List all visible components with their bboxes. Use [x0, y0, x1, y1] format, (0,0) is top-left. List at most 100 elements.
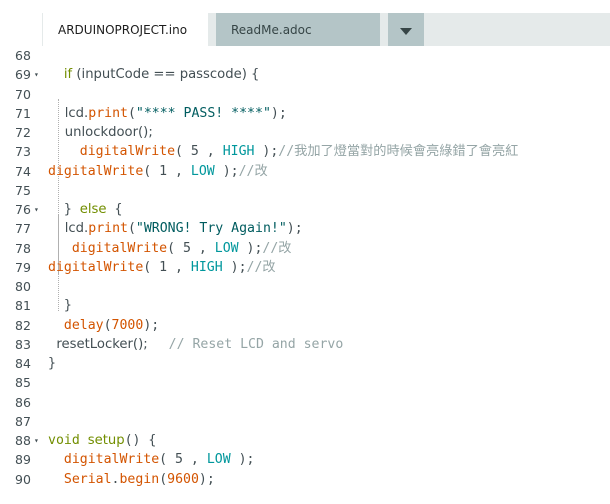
code-text: void setup() { — [48, 431, 156, 450]
code-line[interactable]: 83 resetLocker(); // Reset LCD and servo — [0, 335, 610, 354]
code-token: 9600 — [167, 471, 199, 487]
code-text: unlockdoor(); — [48, 123, 153, 142]
code-text: digitalWrite( 5 , HIGH );//我加了燈當對的時候會亮綠錯… — [48, 142, 519, 161]
line-number: 84 — [15, 356, 31, 371]
code-token: begin — [119, 471, 160, 487]
code-token: ( — [159, 471, 168, 487]
line-number: 80 — [15, 279, 31, 294]
line-number: 81 — [15, 298, 31, 314]
code-token: digitalWrite — [63, 452, 160, 468]
code-line[interactable]: 74 digitalWrite( 1 , LOW );//改 — [0, 162, 610, 181]
code-line[interactable]: 88 ▾ void setup() { — [0, 431, 610, 450]
fold-arrow-icon[interactable]: ▾ — [34, 200, 42, 219]
code-line[interactable]: 72 unlockdoor(); — [0, 123, 610, 142]
line-number: 74 — [15, 163, 31, 179]
code-line[interactable]: 79 digitalWrite( 1 , HIGH );//改 — [0, 258, 610, 277]
line-number: 68 — [15, 48, 31, 63]
code-line[interactable]: 89 digitalWrite( 5 , LOW ); — [0, 450, 610, 469]
code-text: digitalWrite( 5 , LOW ); — [48, 450, 255, 469]
code-token: print — [88, 105, 128, 121]
code-line[interactable]: 84} — [0, 354, 610, 373]
code-text: lcd.print("**** PASS! ****"); — [48, 104, 287, 123]
code-text: Serial.begin(9600); — [48, 470, 215, 489]
code-token: ); — [254, 144, 279, 160]
code-area[interactable]: 68 69 ▾ if (inputCode == passcode) { 70 71 l… — [0, 46, 610, 504]
code-token: //我加了燈當對的時候會亮綠錯了會亮紅 — [278, 144, 519, 160]
code-text: } — [48, 296, 72, 315]
code-line[interactable]: 69 ▾ if (inputCode == passcode) { — [0, 65, 610, 84]
code-text: digitalWrite( 1 , HIGH );//改 — [48, 258, 276, 277]
code-token: ( 5 , — [167, 240, 215, 256]
code-line[interactable]: 75 — [0, 181, 610, 200]
code-token: ); — [198, 471, 215, 487]
code-token: } — [48, 202, 80, 217]
code-line[interactable]: 71 lcd.print("**** PASS! ****"); — [0, 104, 610, 123]
code-token: HIGH — [222, 144, 255, 160]
code-line[interactable]: 90 Serial.begin(9600); — [0, 470, 610, 489]
code-token: print — [88, 221, 128, 237]
code-text: if (inputCode == passcode) { — [48, 65, 260, 84]
fold-arrow-icon[interactable]: ▾ — [34, 431, 42, 450]
line-number: 77 — [15, 221, 31, 237]
code-token: () { — [124, 433, 157, 448]
fold-arrow-icon[interactable]: ▾ — [34, 65, 42, 84]
code-token: //改 — [238, 163, 268, 179]
code-token: "**** PASS! ****" — [135, 105, 271, 121]
code-token: // Reset LCD and servo — [168, 336, 344, 352]
line-number: 82 — [15, 317, 31, 333]
line-number: 70 — [15, 86, 31, 102]
line-number: 89 — [15, 452, 31, 468]
code-line[interactable]: 81 } — [0, 296, 610, 315]
code-token: digitalWrite — [48, 163, 144, 179]
line-number: 86 — [15, 394, 31, 410]
code-text: } — [48, 354, 56, 373]
code-line[interactable]: 80 — [0, 277, 610, 296]
line-number: 79 — [15, 259, 31, 275]
code-token: ( — [127, 221, 136, 237]
code-token: setup — [87, 433, 125, 448]
code-token: ); — [222, 259, 247, 275]
line-number: 75 — [15, 182, 31, 198]
code-line[interactable]: 86 — [0, 393, 610, 412]
code-text: digitalWrite( 1 , LOW );//改 — [48, 162, 268, 181]
code-token: ( 5 , — [159, 452, 207, 468]
code-text: } else { — [48, 200, 123, 219]
code-line[interactable]: 87 — [0, 412, 610, 431]
code-token: LOW — [214, 240, 239, 256]
code-token: ( — [103, 317, 112, 333]
code-token: ); — [238, 240, 263, 256]
code-token: LOW — [190, 163, 215, 179]
code-line[interactable]: 73 digitalWrite( 5 , HIGH );//我加了燈當對的時候會… — [0, 142, 610, 161]
code-token: digitalWrite — [48, 259, 144, 275]
code-text: digitalWrite( 5 , LOW );//改 — [48, 239, 292, 258]
code-line[interactable]: 68 — [0, 46, 610, 65]
code-token: (inputCode == passcode) { — [72, 67, 260, 83]
code-token: //改 — [246, 259, 276, 275]
code-token: Serial — [63, 471, 112, 487]
code-token: delay — [63, 317, 104, 333]
code-token: ( — [127, 105, 136, 121]
code-token: unlockdoor(); — [48, 125, 153, 140]
code-text: resetLocker(); // Reset LCD and servo — [48, 335, 343, 354]
code-line[interactable]: 82 delay(7000); — [0, 316, 610, 335]
code-line[interactable]: 70 — [0, 85, 610, 104]
code-token: ); — [270, 105, 287, 121]
code-text: delay(7000); — [48, 316, 159, 335]
code-token: lcd. — [48, 105, 89, 121]
code-line[interactable]: 76 ▾ } else { — [0, 200, 610, 219]
line-number: 87 — [15, 413, 31, 429]
code-token: digitalWrite — [71, 240, 168, 256]
code-line[interactable]: 78 digitalWrite( 5 , LOW );//改 — [0, 239, 610, 258]
code-line[interactable]: 85 — [0, 373, 610, 392]
tab-readme-adoc[interactable]: ReadMe.adoc — [216, 13, 380, 48]
code-line[interactable]: 77 lcd.print("WRONG! Try Again!"); — [0, 219, 610, 238]
code-editor: ARDUINOPROJECT.ino ReadMe.adoc 68 69 ▾ if … — [0, 0, 610, 504]
tab-arduinoproject-ino[interactable]: ARDUINOPROJECT.ino — [43, 13, 208, 48]
tab-menu-button[interactable] — [388, 13, 424, 48]
code-token: if — [63, 67, 73, 83]
chevron-down-icon — [400, 28, 412, 35]
